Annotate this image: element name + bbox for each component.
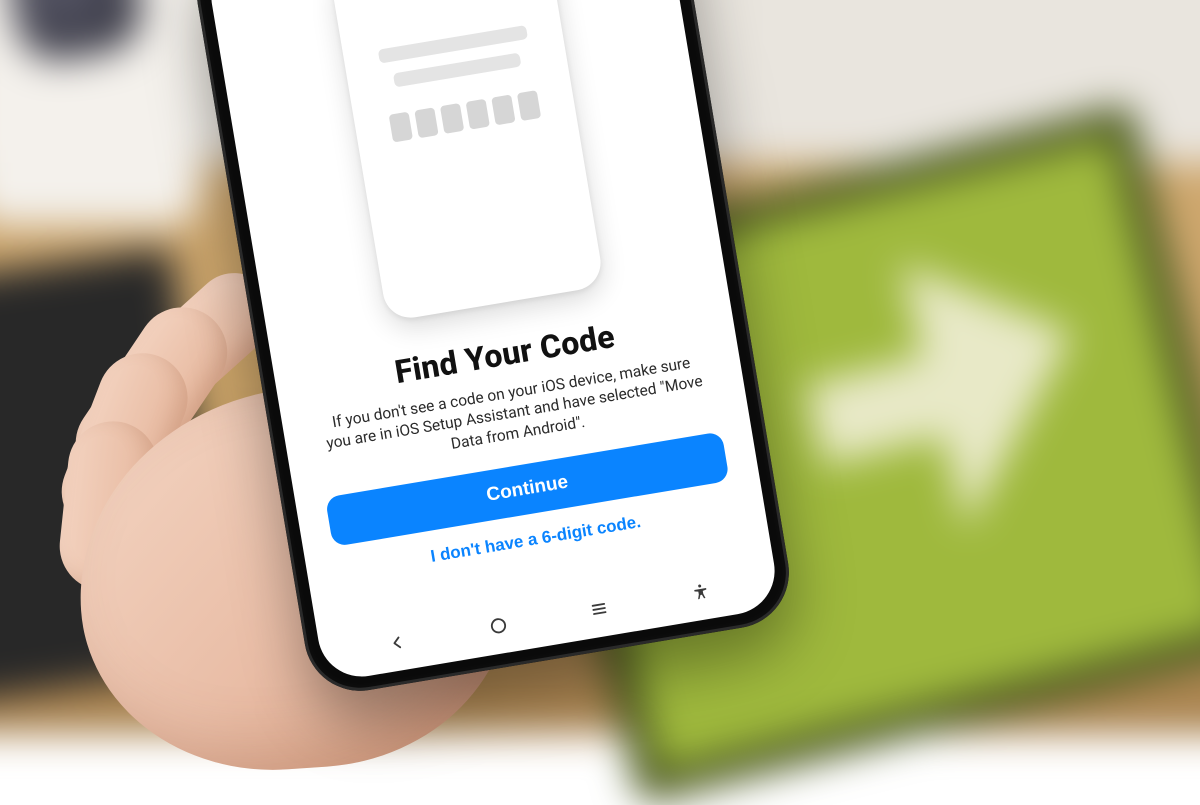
nav-back-button[interactable] xyxy=(367,620,428,665)
arrow-right-icon: → xyxy=(416,0,437,3)
illustration-card: → iOS xyxy=(329,0,605,322)
chevron-left-icon xyxy=(386,631,409,654)
circle-icon xyxy=(487,614,510,637)
menu-icon xyxy=(588,597,611,620)
nav-accessibility-button[interactable] xyxy=(670,570,731,615)
accessibility-icon xyxy=(690,582,711,603)
nav-recents-button[interactable] xyxy=(569,587,630,632)
nav-home-button[interactable] xyxy=(468,603,529,648)
ios-wordmark: iOS xyxy=(437,0,473,3)
code-boxes xyxy=(389,90,542,142)
move-to-ios-logo: → iOS xyxy=(415,0,472,6)
